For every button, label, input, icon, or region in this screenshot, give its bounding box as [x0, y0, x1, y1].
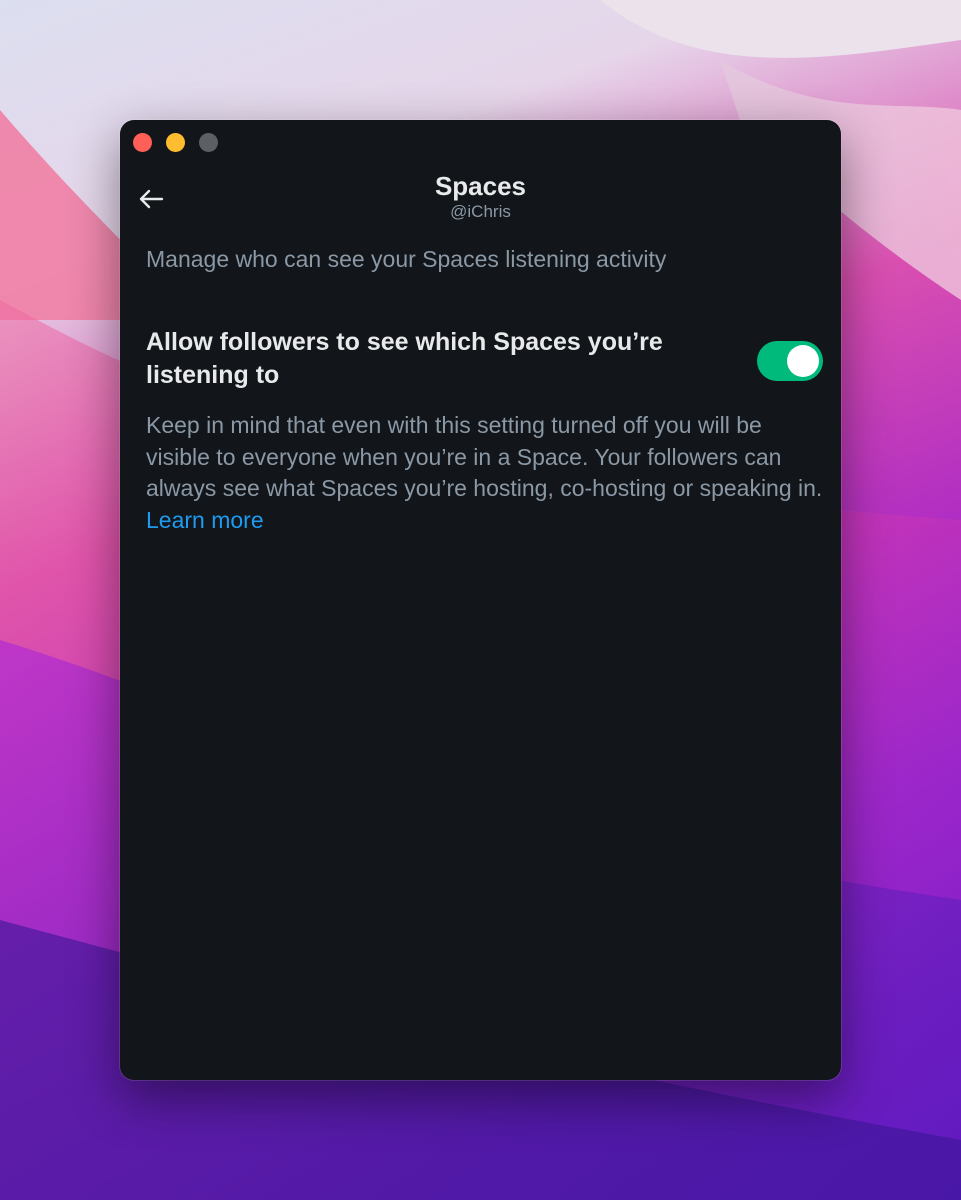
setting-description: Keep in mind that even with this setting… — [146, 412, 823, 501]
setting-label: Allow followers to see which Spaces you’… — [146, 328, 663, 389]
maximize-window-button[interactable] — [199, 133, 218, 152]
desktop-wallpaper: Spaces @iChris Manage who can see your S… — [0, 0, 961, 1200]
page-title: Spaces — [434, 171, 527, 201]
setting-description-block: Keep in mind that even with this setting… — [146, 410, 826, 536]
page-subtitle: Manage who can see your Spaces listening… — [146, 246, 667, 272]
learn-more-link[interactable]: Learn more — [146, 507, 264, 533]
window-controls — [133, 133, 218, 152]
listening-activity-toggle[interactable] — [757, 341, 823, 381]
close-window-button[interactable] — [133, 133, 152, 152]
page-header: Spaces @iChris — [120, 170, 841, 222]
app-window: Spaces @iChris Manage who can see your S… — [120, 120, 841, 1080]
toggle-knob — [787, 345, 819, 377]
account-handle: @iChris — [450, 202, 511, 221]
minimize-window-button[interactable] — [166, 133, 185, 152]
listening-activity-setting: Allow followers to see which Spaces you’… — [146, 326, 823, 392]
